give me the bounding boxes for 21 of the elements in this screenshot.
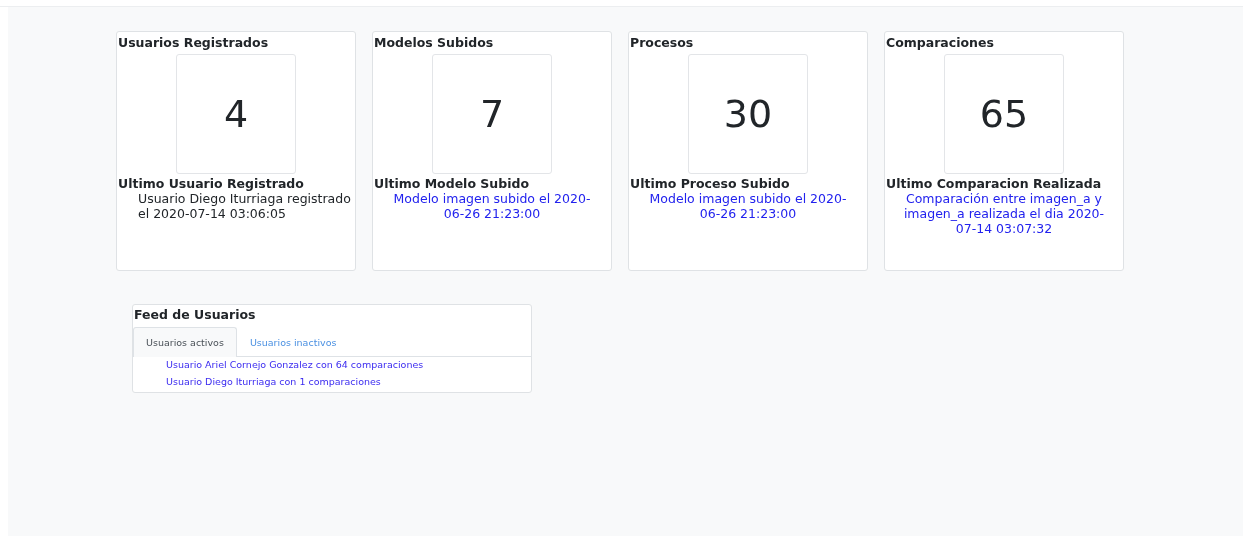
latest-label: Ultimo Usuario Registrado xyxy=(117,175,305,191)
card-title: Comparaciones xyxy=(885,34,995,52)
card-title: Modelos Subidos xyxy=(373,34,495,52)
card-title: Usuarios Registrados xyxy=(117,34,270,52)
latest-text: Usuario Diego Iturriaga registrado el 2020-07-14 03:06:05 xyxy=(137,191,352,221)
latest-link[interactable]: Modelo imagen subido el 2020-06-26 21:23:00 xyxy=(629,191,867,221)
tab[interactable]: Usuarios inactivos xyxy=(236,327,350,357)
count-value: 65 xyxy=(944,54,1064,174)
latest-label: Ultimo Comparacion Realizada xyxy=(885,175,1103,191)
count-value: 30 xyxy=(688,54,808,174)
latest-label: Ultimo Modelo Subido xyxy=(373,175,530,191)
latest-link[interactable]: Comparación entre imagen_a y imagen_a realizada el dia 2020-07-14 03:07:32 xyxy=(885,191,1123,236)
user-link[interactable]: Usuario Diego Iturriaga con 1 comparaciones xyxy=(133,373,531,390)
latest-label: Ultimo Proceso Subido xyxy=(629,175,791,191)
latest-link[interactable]: Modelo imagen subido el 2020-06-26 21:23:00 xyxy=(373,191,611,221)
tab[interactable]: Usuarios activos xyxy=(133,327,237,357)
user-link[interactable]: Usuario Ariel Cornejo Gonzalez con 64 comparaciones xyxy=(133,357,531,374)
feed-title: Feed de Usuarios xyxy=(133,306,257,324)
count-value: 7 xyxy=(432,54,552,174)
card-title: Procesos xyxy=(629,34,695,52)
count-value: 4 xyxy=(176,54,296,174)
